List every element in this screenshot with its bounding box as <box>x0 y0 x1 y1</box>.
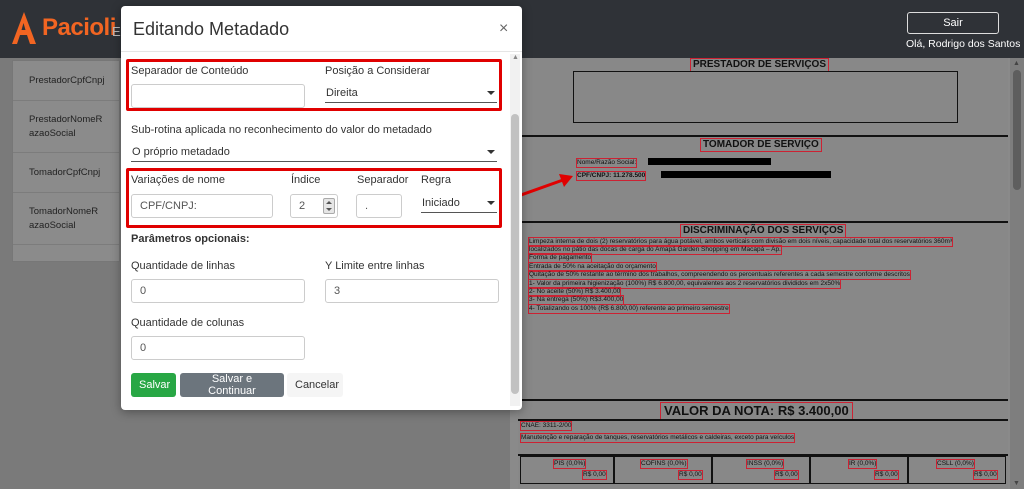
save-button[interactable]: Salvar <box>131 373 176 397</box>
posicao-select[interactable]: Direita <box>325 83 497 103</box>
list-item[interactable]: TomadorNomeRazaoSocial <box>13 193 119 245</box>
tomador-title: TOMADOR DE SERVIÇO <box>700 138 822 152</box>
chevron-down-icon <box>487 91 495 95</box>
qtd-colunas-input[interactable]: 0 <box>131 336 305 360</box>
qtd-linhas-label: Quantidade de linhas <box>131 260 235 272</box>
scroll-down-icon[interactable]: ▼ <box>1013 480 1020 487</box>
tax-value: R$ 0,00 <box>874 470 899 480</box>
regra-selected-value: Iniciado <box>422 197 460 209</box>
modal-header: Editando Metadado × <box>121 6 522 52</box>
service-line: 4- Totalizando os 100% (R$ 6.800,00) ref… <box>528 304 730 314</box>
app-logo[interactable]: Pacioli <box>10 10 116 46</box>
redacted-bar <box>648 158 771 165</box>
document-viewer: PRESTADOR DE SERVIÇOS TOMADOR DE SERVIÇO… <box>510 58 1010 489</box>
cancel-button[interactable]: Cancelar <box>287 373 343 397</box>
scroll-thumb[interactable] <box>511 114 519 394</box>
scroll-thumb[interactable] <box>1013 70 1021 190</box>
logout-button[interactable]: Sair <box>907 12 999 34</box>
nav-item-stub[interactable]: E <box>112 24 121 39</box>
tax-name: CSLL (0,0%) <box>936 459 975 469</box>
tomador-cpf-label: CPF/CNPJ: 11.278.500 <box>576 171 647 181</box>
subrotina-select[interactable]: O próprio metadado <box>131 142 497 162</box>
regra-select[interactable]: Iniciado <box>421 193 497 213</box>
tax-value: R$ 0,00 <box>582 470 607 480</box>
divider <box>518 221 1008 223</box>
posicao-label: Posição a Considerar <box>325 65 431 77</box>
divider <box>518 135 1008 137</box>
variacoes-label: Variações de nome <box>131 174 225 186</box>
separador-input[interactable]: . <box>356 194 402 218</box>
tax-value: R$ 0,00 <box>973 470 998 480</box>
user-greeting: Olá, Rodrigo dos Santos <box>906 38 1021 50</box>
stepper-icon[interactable] <box>323 198 335 214</box>
prestador-title: PRESTADOR DE SERVIÇOS <box>690 58 829 72</box>
tomador-nome-label: Nome/Razão Social: <box>576 158 638 168</box>
regra-label: Regra <box>421 174 451 186</box>
save-continue-button[interactable]: Salvar e Continuar <box>180 373 284 397</box>
y-limite-label: Y Limite entre linhas <box>325 260 425 272</box>
qtd-colunas-label: Quantidade de colunas <box>131 317 245 329</box>
divider <box>518 399 1008 401</box>
list-item[interactable]: TomadorCpfCnpj <box>13 153 119 193</box>
edit-metadata-modal: Editando Metadado × Separador de Conteúd… <box>121 6 522 410</box>
variacoes-input[interactable]: CPF/CNPJ: <box>131 194 273 218</box>
close-icon[interactable]: × <box>499 20 508 38</box>
subrotina-selected-value: O próprio metadado <box>132 146 230 158</box>
separador-conteudo-label: Separador de Conteúdo <box>131 65 249 77</box>
cnae-code: CNAE: 3311-2/00 <box>520 421 573 431</box>
separador-conteudo-input[interactable] <box>131 84 305 108</box>
discriminacao-title: DISCRIMINAÇÃO DOS SERVIÇOS <box>680 224 847 238</box>
document-page: PRESTADOR DE SERVIÇOS TOMADOR DE SERVIÇO… <box>518 58 1008 489</box>
separador-label: Separador <box>357 174 409 186</box>
modal-scrollbar[interactable]: ▲ <box>510 54 520 406</box>
modal-title: Editando Metadado <box>133 19 290 39</box>
tax-name: COFINS (0,0%) <box>640 459 688 469</box>
redacted-bar <box>661 171 831 178</box>
divider <box>518 419 1008 421</box>
tax-name: IR (0,0%) <box>848 459 878 469</box>
tax-value: R$ 0,00 <box>678 470 703 480</box>
parametros-heading: Parâmetros opcionais: <box>131 233 250 245</box>
document-scrollbar[interactable]: ▲ ▼ <box>1010 58 1024 489</box>
chevron-down-icon <box>487 150 495 154</box>
subrotina-label: Sub-rotina aplicada no reconhecimento do… <box>131 124 432 136</box>
indice-value: 2 <box>299 200 306 212</box>
indice-label: Índice <box>291 174 321 186</box>
valor-nota: VALOR DA NOTA: R$ 3.400,00 <box>660 402 853 420</box>
posicao-selected-value: Direita <box>326 87 358 99</box>
tax-name: PIS (0,0%) <box>553 459 587 469</box>
scroll-up-icon[interactable]: ▲ <box>512 54 519 61</box>
cnae-description: Manutenção e reparação de tanques, reser… <box>520 433 796 443</box>
list-item[interactable]: PrestadorCpfCnpj <box>13 61 119 101</box>
chevron-down-icon <box>487 201 495 205</box>
brand-name: Pacioli <box>42 14 116 41</box>
pacioli-logo-icon <box>12 12 36 44</box>
tax-name: INSS (0,0%) <box>746 459 785 469</box>
tax-value: R$ 0,00 <box>774 470 799 480</box>
list-item[interactable]: PrestadorNomeRazaoSocial <box>13 101 119 153</box>
indice-input[interactable]: 2 <box>290 194 338 218</box>
prestador-box <box>573 71 958 123</box>
metadata-list: PrestadorCpfCnpj PrestadorNomeRazaoSocia… <box>12 60 120 262</box>
qtd-linhas-input[interactable]: 0 <box>131 279 305 303</box>
scroll-up-icon[interactable]: ▲ <box>1013 60 1020 67</box>
y-limite-input[interactable]: 3 <box>325 279 499 303</box>
